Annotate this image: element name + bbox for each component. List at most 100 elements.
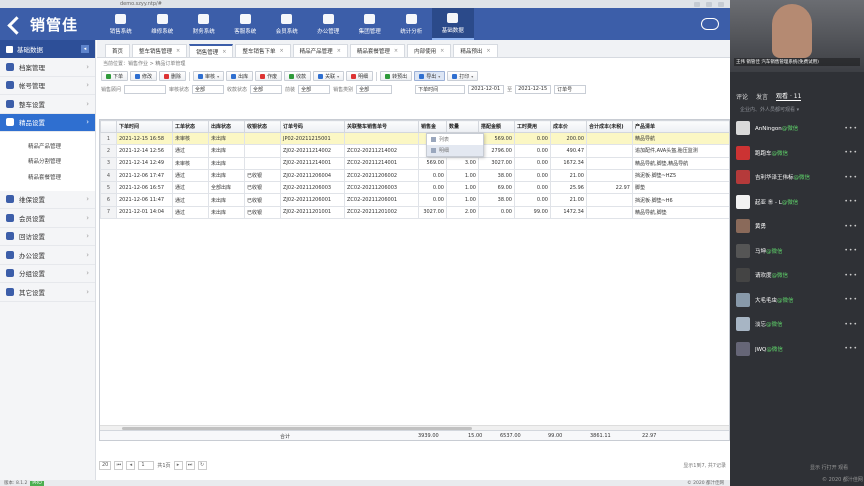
toolbar-button[interactable]: 下单	[101, 71, 129, 81]
sidebar-item[interactable]: 会员设置 ›	[0, 209, 95, 228]
nav-item-6[interactable]: 集团管理	[349, 8, 391, 40]
first-page-icon[interactable]: ⏮	[114, 460, 124, 470]
viewer-item[interactable]: 起亚 ㊎ - L@微信 •••	[730, 190, 864, 215]
toolbar-button[interactable]: 收款	[284, 71, 312, 81]
tab[interactable]: 内部使用 ×	[407, 44, 452, 57]
toolbar-button[interactable]: 作废	[255, 71, 283, 81]
close-icon[interactable]: ×	[394, 48, 398, 54]
more-icon[interactable]: •••	[844, 223, 858, 230]
address-text[interactable]: demo.szyy.ntp/#	[120, 1, 162, 7]
nav-item-4[interactable]: 会员系统	[266, 8, 308, 40]
more-icon[interactable]: •••	[844, 247, 858, 254]
column-header[interactable]: 出库状态	[208, 120, 245, 133]
table-row[interactable]: 7 2021-12-01 14:04 通过 未出库 已收银 ZJ02-2021120100…	[100, 205, 729, 220]
toolbar-button[interactable]: 转预出	[380, 71, 413, 81]
close-icon[interactable]: ×	[222, 49, 226, 55]
nav-item-8[interactable]: 基础数据	[432, 8, 474, 40]
front-select[interactable]: 全部	[298, 84, 331, 94]
toolbar-button[interactable]: 明细	[346, 71, 374, 81]
page-number-input[interactable]: 1	[138, 460, 155, 470]
maximize-icon[interactable]	[706, 1, 712, 7]
toolbar-button[interactable]: 导出 ▾	[414, 71, 446, 81]
close-icon[interactable]: ×	[337, 48, 341, 54]
last-page-icon[interactable]: ⏭	[185, 460, 195, 470]
next-page-icon[interactable]: ▸	[173, 460, 183, 470]
sidebar-item[interactable]: 档案管理 ›	[0, 58, 95, 77]
viewer-item[interactable]: 吉利华泽王伟标@微信 •••	[730, 165, 864, 190]
toolbar-button[interactable]: 审核 ▾	[193, 71, 225, 81]
date-to-input[interactable]: 2021-12-15	[515, 84, 552, 94]
column-header[interactable]: 产品清单	[632, 120, 729, 133]
toolbar-button[interactable]: 出库	[226, 71, 254, 81]
toolbar-button[interactable]: 关联 ▾	[313, 71, 345, 81]
column-header[interactable]: 成本价	[550, 120, 587, 133]
close-icon[interactable]: ×	[486, 48, 490, 54]
sidebar-item[interactable]: 办公设置 ›	[0, 246, 95, 265]
table-row[interactable]: 6 2021-12-06 11:47 通过 未出库 已收银 ZJ02-2021120600…	[100, 193, 729, 207]
table-row[interactable]: 12021-12-15 16:58未审核未出库 JP02-20211215001 0…	[100, 131, 729, 146]
viewer-item[interactable]: 黄勇 •••	[730, 214, 864, 239]
tab[interactable]: 精品预出 ×	[453, 44, 498, 57]
sidebar-subitem[interactable]: 精品套餐管理	[0, 169, 95, 185]
nav-item-3[interactable]: 客服系统	[225, 8, 267, 40]
sidebar-item[interactable]: 精品设置 ›	[0, 113, 95, 132]
toolbar-button[interactable]: 删除	[159, 71, 187, 81]
table-row[interactable]: 2 2021-12-14 12:56 通过 未出库 ZJ02-20211214002 ZC…	[100, 144, 729, 158]
prev-page-icon[interactable]: ◂	[126, 460, 136, 470]
more-icon[interactable]: •••	[844, 174, 858, 181]
sidebar-subitem[interactable]: 精品分割管理	[0, 153, 95, 169]
tab[interactable]: 精品产品管理 ×	[292, 44, 348, 57]
column-header[interactable]: 工单状态	[172, 120, 209, 133]
nav-item-1[interactable]: 维修系统	[142, 8, 184, 40]
tab[interactable]: 首页	[105, 44, 131, 57]
payment-status-select[interactable]: 全部	[250, 84, 283, 94]
viewer-item[interactable]: 跑跑车@微信 •••	[730, 141, 864, 166]
table-row[interactable]: 5 2021-12-06 16:57 通过 全部出库 已收银 ZJ02-202112060…	[100, 181, 729, 195]
viewer-item[interactable]: 马坤@微信 •••	[730, 239, 864, 264]
order-time-select[interactable]: 下单时间	[415, 84, 466, 94]
table-row[interactable]: 3 2021-12-14 12:49 未审核 未出库 ZJ02-20211214001 Z…	[100, 156, 729, 170]
nav-item-2[interactable]: 财务系统	[183, 8, 225, 40]
column-header[interactable]: 搭配金额	[478, 120, 515, 133]
toolbar-button[interactable]: 打印 ▾	[447, 71, 479, 81]
column-header[interactable]: 收银状态	[244, 120, 281, 133]
date-from-input[interactable]: 2021-12-01	[468, 84, 505, 94]
sidebar-item[interactable]: 其它设置 ›	[0, 283, 95, 302]
sidebar-item[interactable]: 分组设置 ›	[0, 265, 95, 283]
minimize-icon[interactable]	[694, 1, 700, 7]
column-header[interactable]: 关联整车销售单号	[344, 120, 419, 133]
close-icon[interactable]: ×	[440, 48, 444, 54]
export-option-list[interactable]: 列表	[427, 134, 483, 145]
sidebar-item[interactable]: 整车设置 ›	[0, 95, 95, 114]
chat-button[interactable]	[690, 8, 730, 40]
export-option-detail[interactable]: 明细	[427, 145, 483, 156]
more-icon[interactable]: •••	[844, 149, 858, 156]
tab[interactable]: 销售管理 ×	[189, 44, 234, 57]
more-icon[interactable]: •••	[844, 345, 858, 352]
toolbar-button[interactable]: 修改	[130, 71, 158, 81]
viewer-item[interactable]: JWQ@微信 •••	[730, 337, 864, 362]
nav-item-0[interactable]: 销售系统	[100, 8, 142, 40]
more-icon[interactable]: •••	[844, 296, 858, 303]
nav-item-5[interactable]: 办公管理	[308, 8, 350, 40]
column-header[interactable]: 下单时间	[116, 120, 173, 133]
more-icon[interactable]: •••	[844, 321, 858, 328]
page-size-select[interactable]: 20	[99, 460, 112, 470]
tab[interactable]: 整车销售管理 ×	[132, 44, 188, 57]
column-header[interactable]: 订单号码	[280, 120, 345, 133]
more-icon[interactable]: •••	[844, 272, 858, 279]
refresh-icon[interactable]: ↻	[197, 460, 207, 470]
tab[interactable]: 精品套餐管理 ×	[349, 44, 406, 57]
more-icon[interactable]: •••	[844, 125, 858, 132]
viewer-item[interactable]: 大毛毛虫@微信 •••	[730, 288, 864, 313]
sales-advisor-select[interactable]	[124, 84, 167, 94]
column-header[interactable]: 工时费用	[514, 120, 551, 133]
tab-viewers[interactable]: 观看 · 11	[776, 91, 802, 101]
sales-type-select[interactable]: 全部	[356, 84, 393, 94]
close-icon[interactable]	[718, 1, 724, 7]
tab[interactable]: 整车销售下单 ×	[235, 44, 291, 57]
sidebar-item[interactable]: 回访设置 ›	[0, 228, 95, 246]
audit-status-select[interactable]: 全部	[192, 84, 225, 94]
column-header[interactable]: 合计成本(未税)	[586, 120, 633, 133]
sidebar-item[interactable]: 帐号管理 ›	[0, 77, 95, 95]
